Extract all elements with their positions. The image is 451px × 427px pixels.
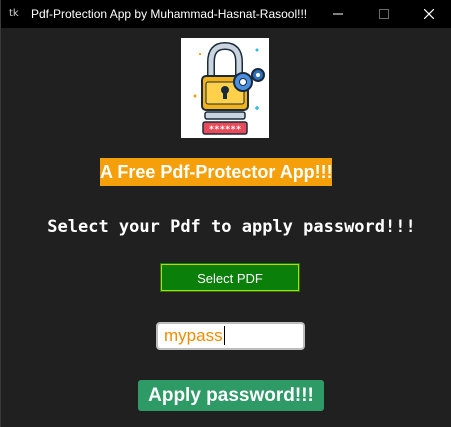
minimize-button[interactable] [315, 0, 361, 28]
app-logo: ****** [181, 38, 269, 138]
padlock-with-gears-icon: ****** [193, 41, 265, 135]
instruction-label: Select your Pdf to apply password!!! [47, 217, 416, 237]
select-pdf-button[interactable]: Select PDF [160, 263, 300, 292]
close-icon [424, 9, 434, 19]
maximize-icon [379, 9, 389, 19]
window-title: Pdf-Protection App by Muhammad-Hasnat-Ra… [31, 7, 308, 21]
tk-feather-icon: tk [9, 8, 19, 19]
app-window: tk Pdf-Protection App by Muhammad-Hasnat… [0, 0, 451, 427]
close-button[interactable] [406, 0, 451, 28]
title-bar[interactable]: tk Pdf-Protection App by Muhammad-Hasnat… [1, 0, 451, 28]
password-input[interactable] [156, 322, 305, 350]
main-panel: ****** A Free Pdf-Protector App!!! Selec… [1, 28, 451, 427]
apply-password-button[interactable]: Apply password!!! [138, 380, 324, 411]
tagline-label: A Free Pdf-Protector App!!! [100, 158, 333, 186]
minimize-icon [333, 13, 343, 15]
text-caret [224, 326, 225, 345]
maximize-button[interactable] [361, 0, 407, 28]
logo-mask-text: ****** [209, 125, 242, 135]
